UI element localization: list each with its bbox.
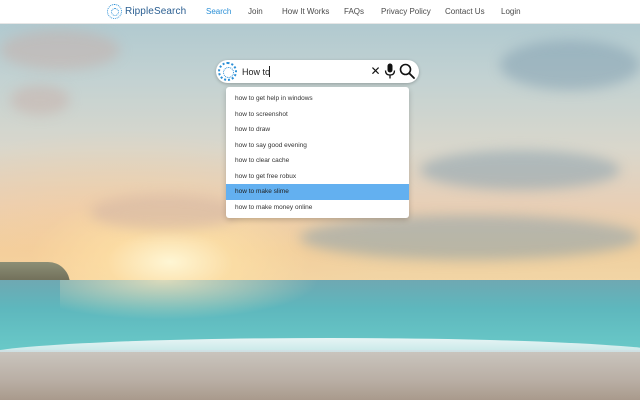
nav-link-faqs[interactable]: FAQs bbox=[344, 7, 364, 16]
nav-link-privacy-policy[interactable]: Privacy Policy bbox=[381, 7, 431, 16]
cloud bbox=[300, 215, 640, 260]
microphone-icon[interactable] bbox=[384, 63, 396, 80]
ripplesearch-logo-icon bbox=[218, 62, 237, 81]
cloud bbox=[500, 40, 640, 90]
nav-link-how-it-works[interactable]: How It Works bbox=[282, 7, 329, 16]
search-input[interactable] bbox=[242, 64, 362, 79]
cloud bbox=[90, 195, 240, 230]
suggestion-item[interactable]: how to get free robux bbox=[226, 169, 409, 185]
suggestion-item[interactable]: how to clear cache bbox=[226, 153, 409, 169]
nav-link-search[interactable]: Search bbox=[206, 7, 231, 16]
suggestion-item[interactable]: how to make money online bbox=[226, 200, 409, 216]
brand-logo-link[interactable]: RippleSearch bbox=[107, 4, 186, 19]
sun-reflection bbox=[60, 280, 320, 320]
cloud bbox=[10, 85, 70, 115]
nav-link-join[interactable]: Join bbox=[248, 7, 263, 16]
suggestion-item[interactable]: how to draw bbox=[226, 122, 409, 138]
cloud bbox=[420, 150, 620, 190]
suggestion-item[interactable]: how to get help in windows bbox=[226, 91, 409, 107]
ripplesearch-logo-icon bbox=[107, 4, 122, 19]
autocomplete-suggestions: how to get help in windows how to screen… bbox=[226, 87, 409, 218]
top-navbar: RippleSearch Search Join How It Works FA… bbox=[0, 0, 640, 24]
suggestion-item[interactable]: how to say good evening bbox=[226, 138, 409, 154]
nav-link-contact-us[interactable]: Contact Us bbox=[445, 7, 485, 16]
brand-name: RippleSearch bbox=[125, 6, 187, 17]
suggestion-item[interactable]: how to screenshot bbox=[226, 107, 409, 123]
text-caret bbox=[269, 66, 270, 77]
nav-link-login[interactable]: Login bbox=[501, 7, 521, 16]
search-bar: ✕ bbox=[216, 60, 419, 83]
search-icon[interactable] bbox=[399, 63, 415, 79]
sand bbox=[0, 352, 640, 400]
suggestion-item-selected[interactable]: how to make slime bbox=[226, 184, 409, 200]
close-icon[interactable]: ✕ bbox=[370, 65, 381, 78]
cloud bbox=[0, 30, 120, 70]
